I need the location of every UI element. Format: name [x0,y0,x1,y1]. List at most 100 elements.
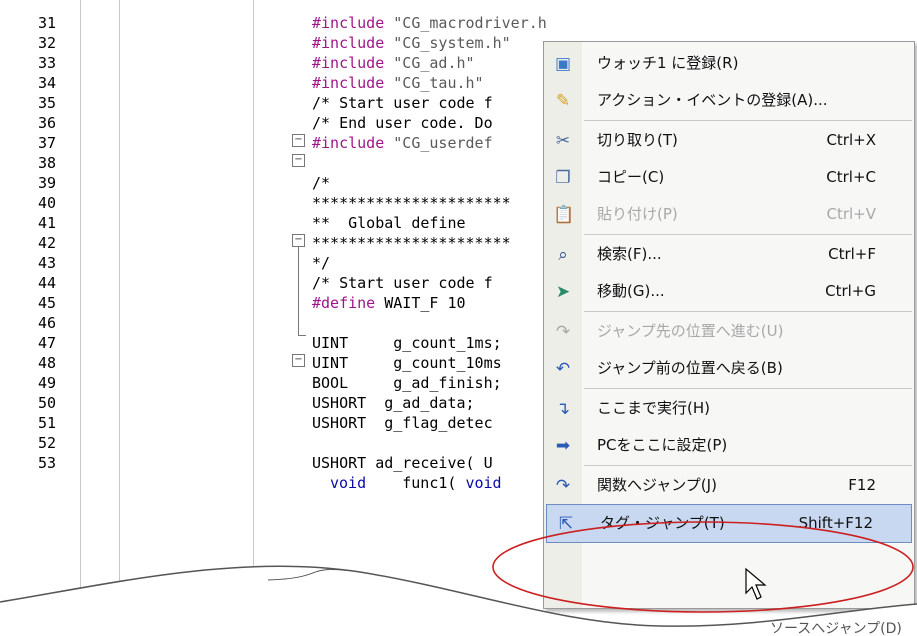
mouse-cursor-icon [745,567,767,600]
jump-function-icon: ↷ [555,476,571,496]
code-text: */ [312,253,547,273]
fold-toggle-icon[interactable]: − [292,354,305,367]
menu-item-label: PCをここに設定(P) [597,436,728,454]
menu-item-action[interactable]: ✎ アクション・イベントの登録(A)... [544,82,914,119]
line-number: 40 [38,194,57,212]
code-token: WAIT_F 10 [384,294,466,312]
code-token: void [330,474,367,492]
code-token: "CG_userdef [393,134,493,152]
menu-item-source-jump-partial: ソースへジャンプ(D) [770,621,902,636]
line-number: 42 [38,234,57,252]
code-text: BOOL g_ad_finish; [312,373,547,393]
line-number: 34 [38,74,57,92]
code-token: #include [312,134,394,152]
code-token: #include [312,74,394,92]
menu-item-label: ここまで実行(H) [597,399,710,417]
menu-item-runto[interactable]: ↴ ここまで実行(H) [544,390,914,427]
menu-item-label: 移動(G)... [597,282,665,300]
code-token: "CG_system.h" [393,34,511,52]
menu-separator [584,311,912,312]
line-number: 50 [38,394,57,412]
line-number: 44 [38,274,57,292]
code-text: ********************** [312,193,547,213]
menu-item-jumpfunc[interactable]: ↷ 関数へジャンプ(J) F12 [544,467,914,504]
menu-separator [584,465,912,466]
cut-icon: ✂ [555,131,571,151]
code-token: /* [312,174,331,192]
jump-forward-icon: ↷ [555,322,571,342]
line-number: 51 [38,414,57,432]
menu-item-back[interactable]: ↶ ジャンプ前の位置へ戻る(B) [544,350,914,387]
menu-separator [584,120,912,121]
code-text: /* Start user code f [312,273,547,293]
code-text: #define WAIT_F 10 [312,293,547,313]
highlight-ellipse [492,521,914,613]
line-number: 45 [38,294,57,312]
code-token: UINT g_count_10ms [312,354,502,372]
menu-item-label: 関数へジャンプ(J) [597,476,717,494]
line-number: 48 [38,354,57,372]
code-text: ********************** [312,233,547,253]
menu-item-watch[interactable]: ▣ ウォッチ1 に登録(R) [544,45,914,82]
line-number: 52 [38,434,57,452]
menu-item-paste: 📋 貼り付け(P) Ctrl+V [544,196,914,233]
code-text: #include "CG_macrodriver.h" [312,13,547,33]
code-token: USHORT g_flag_detec [312,414,493,432]
line-number: 33 [38,54,57,72]
code-text: #include "CG_userdef [312,133,547,153]
line-number: 32 [38,34,57,52]
run-to-here-icon: ↴ [555,399,571,419]
menu-item-label: ジャンプ前の位置へ戻る(B) [597,359,783,377]
fold-toggle-icon[interactable]: − [292,154,305,167]
menu-item-label: コピー(C) [597,168,665,186]
code-token: BOOL g_ad_finish; [312,374,502,392]
fold-guide [298,247,299,335]
fold-toggle-icon[interactable]: − [292,134,305,147]
code-token: ********************** [312,234,511,252]
line-number: 53 [38,454,57,472]
line-number: 39 [38,174,57,192]
line-number: 35 [38,94,57,112]
menu-item-setpc[interactable]: ➡ PCをここに設定(P) [544,427,914,464]
goto-icon: ➤ [555,282,571,302]
code-token: ** Global define [312,214,466,232]
code-text: USHORT ad_receive( U [312,453,547,473]
action-event-icon: ✎ [555,91,571,111]
menu-item-label: アクション・イベントの登録(A)... [597,91,828,109]
menu-separator [584,234,912,235]
code-token: #include [312,54,394,72]
code-text: /* Start user code f [312,93,547,113]
code-token: /* End user code. Do [312,114,493,132]
code-token: UINT g_count_1ms; [312,334,502,352]
menu-item-copy[interactable]: ❐ コピー(C) Ctrl+C [544,159,914,196]
fold-toggle-icon[interactable]: − [292,234,305,247]
menu-item-find[interactable]: ⌕ 検索(F)... Ctrl+F [544,236,914,273]
code-token: ********************** [312,194,511,212]
code-token: #include [312,14,394,32]
line-number: 31 [38,14,57,32]
line-number: 47 [38,334,57,352]
code-token: /* Start user code f [312,274,493,292]
line-number: 36 [38,114,57,132]
code-line[interactable]: 31 #include "CG_macrodriver.h" [0,13,917,33]
watch-register-icon: ▣ [554,54,572,74]
menu-item-label: ウォッチ1 に登録(R) [597,54,739,72]
code-token: "CG_ad.h" [393,54,475,72]
menu-item-cut[interactable]: ✂ 切り取り(T) Ctrl+X [544,122,914,159]
line-number: 43 [38,254,57,272]
paste-icon: 📋 [553,205,575,225]
code-text: /* [312,173,547,193]
code-token: USHORT ad_receive( U [312,454,493,472]
code-text: USHORT g_flag_detec [312,413,547,433]
menu-item-goto[interactable]: ➤ 移動(G)... Ctrl+G [544,273,914,310]
fold-guide [298,335,306,336]
menu-item-label: ジャンプ先の位置へ進む(U) [597,322,784,340]
code-text: UINT g_count_1ms; [312,333,547,353]
jump-back-icon: ↶ [555,359,571,379]
find-icon: ⌕ [558,245,568,265]
menu-item-label: 貼り付け(P) [597,205,678,223]
menu-item-label: 切り取り(T) [597,131,678,149]
menu-item-shortcut: Ctrl+X [826,131,876,149]
code-text: ** Global define [312,213,547,233]
code-token: func1( [366,474,466,492]
